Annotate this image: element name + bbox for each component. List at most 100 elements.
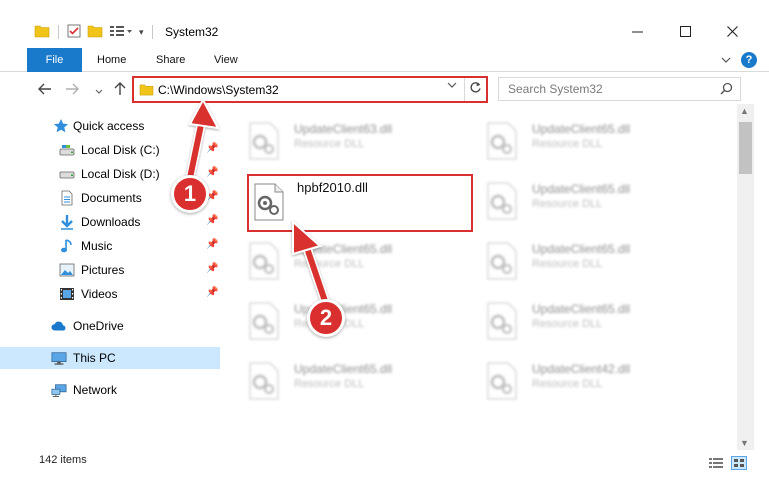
sidebar-item-music[interactable]: Music 📌 <box>0 235 220 257</box>
quick-access-toolbar: ▾ <box>34 23 155 41</box>
list-item[interactable]: UpdateClient65.dll Resource DLL <box>460 174 690 220</box>
refresh-icon[interactable] <box>469 81 482 97</box>
pin-icon[interactable]: 📌 <box>206 287 218 298</box>
scrollbar-thumb[interactable] <box>739 122 752 174</box>
sidebar-item-label: OneDrive <box>73 319 124 333</box>
file-name: UpdateClient65.dll <box>294 362 393 376</box>
sidebar-item-quick-access[interactable]: Quick access <box>0 115 220 137</box>
address-bar[interactable]: C:\Windows\System32 <box>134 78 465 101</box>
sidebar-item-onedrive[interactable]: OneDrive <box>0 315 220 337</box>
dll-file-icon <box>248 242 280 280</box>
new-folder-icon[interactable] <box>87 24 103 41</box>
tab-view[interactable]: View <box>214 48 238 72</box>
arrow-right-icon <box>65 82 79 98</box>
navigation-pane: Quick access Local Disk (C:) 📌 Local Dis… <box>0 112 220 442</box>
pin-icon[interactable]: 📌 <box>206 167 218 178</box>
sidebar-item-this-pc[interactable]: This PC <box>0 347 220 369</box>
dll-file-icon <box>486 242 518 280</box>
forward-button[interactable] <box>63 80 81 100</box>
list-item[interactable]: UpdateClient65.dll Resource DLL <box>460 234 690 280</box>
file-name: UpdateClient63.dll <box>294 122 393 136</box>
star-icon <box>53 118 69 134</box>
file-type: Resource DLL <box>294 378 365 390</box>
list-item[interactable]: UpdateClient65.dll Resource DLL <box>222 234 452 280</box>
file-type: Resource DLL <box>532 138 603 150</box>
pin-icon[interactable]: 📌 <box>206 143 218 154</box>
scroll-up-icon[interactable]: ▲ <box>740 106 749 116</box>
file-type: Resource DLL <box>532 378 603 390</box>
status-bar: 142 items <box>0 450 769 472</box>
file-type: Resource DLL <box>532 318 603 330</box>
close-button[interactable] <box>709 22 755 42</box>
sidebar-item-label: Quick access <box>73 119 145 133</box>
vertical-scrollbar[interactable]: ▲ ▼ <box>737 104 754 450</box>
back-button[interactable] <box>36 80 54 100</box>
arrow-left-icon <box>38 82 52 98</box>
file-name: hpbf2010.dll <box>297 180 368 195</box>
dll-file-icon <box>248 302 280 340</box>
customize-toolbar-icon[interactable] <box>109 24 133 41</box>
list-item[interactable]: UpdateClient65.dll Resource DLL <box>460 294 690 340</box>
address-bar-highlight: C:\Windows\System32 <box>132 76 488 103</box>
search-input[interactable] <box>508 82 708 96</box>
search-icon[interactable] <box>720 82 733 98</box>
list-item[interactable]: UpdateClient65.dll Resource DLL <box>460 114 690 160</box>
sidebar-item-local-disk-c[interactable]: Local Disk (C:) 📌 <box>0 139 220 161</box>
dll-file-icon <box>486 182 518 220</box>
help-icon[interactable]: ? <box>741 52 757 68</box>
details-view-icon[interactable] <box>708 456 724 470</box>
search-box[interactable] <box>498 77 741 101</box>
pin-icon[interactable]: 📌 <box>206 215 218 226</box>
chevron-down-icon <box>95 82 103 98</box>
dll-file-icon <box>248 122 280 160</box>
expand-ribbon-icon[interactable] <box>721 53 731 67</box>
pin-icon[interactable]: 📌 <box>206 263 218 274</box>
toolbar-divider <box>58 25 59 39</box>
toolbar-dropdown-icon[interactable]: ▾ <box>139 27 144 38</box>
toolbar-divider <box>151 25 153 39</box>
dll-file-icon <box>486 122 518 160</box>
file-name: UpdateClient65.dll <box>532 182 631 196</box>
sidebar-item-downloads[interactable]: Downloads 📌 <box>0 211 220 233</box>
pin-icon[interactable]: 📌 <box>206 239 218 250</box>
tab-file[interactable]: File <box>27 48 82 72</box>
tab-share[interactable]: Share <box>156 48 185 72</box>
dll-file-icon <box>248 362 280 400</box>
sidebar-item-videos[interactable]: Videos 📌 <box>0 283 220 305</box>
folder-icon <box>34 24 50 41</box>
target-file-highlight[interactable]: hpbf2010.dll <box>247 174 473 232</box>
step-1-badge: 1 <box>171 175 209 213</box>
sidebar-item-label: Local Disk (D:) <box>81 167 160 181</box>
videos-icon <box>59 286 75 302</box>
recent-locations-button[interactable] <box>92 80 106 100</box>
properties-icon[interactable] <box>67 24 81 41</box>
minimize-button[interactable] <box>614 22 660 42</box>
address-dropdown-icon[interactable] <box>447 81 457 92</box>
scroll-down-icon[interactable]: ▼ <box>740 438 749 448</box>
sidebar-item-pictures[interactable]: Pictures 📌 <box>0 259 220 281</box>
list-item[interactable]: UpdateClient42.dll Resource DLL <box>460 354 690 400</box>
file-list: UpdateClient63.dll Resource DLL UpdateCl… <box>222 112 737 442</box>
sidebar-item-label: Network <box>73 383 118 397</box>
folder-icon <box>139 83 154 99</box>
pictures-icon <box>59 262 75 278</box>
up-button[interactable] <box>111 80 129 100</box>
cloud-icon <box>51 318 67 334</box>
documents-icon <box>59 190 75 206</box>
large-icons-view-icon[interactable] <box>731 456 747 470</box>
drive-icon <box>59 166 75 182</box>
music-icon <box>59 238 75 254</box>
file-type: Resource DLL <box>294 138 365 150</box>
list-item[interactable]: UpdateClient63.dll Resource DLL <box>222 114 452 160</box>
downloads-icon <box>59 214 75 230</box>
address-path[interactable]: C:\Windows\System32 <box>158 83 279 97</box>
sidebar-item-label: This PC <box>73 351 116 365</box>
list-item[interactable]: UpdateClient65.dll Resource DLL <box>222 354 452 400</box>
ribbon-controls: ? <box>721 52 757 68</box>
close-icon <box>726 25 738 40</box>
window-title: System32 <box>165 25 219 39</box>
sidebar-item-network[interactable]: Network <box>0 379 220 401</box>
tab-home[interactable]: Home <box>97 48 126 72</box>
maximize-button[interactable] <box>662 22 708 42</box>
maximize-icon <box>679 25 691 40</box>
